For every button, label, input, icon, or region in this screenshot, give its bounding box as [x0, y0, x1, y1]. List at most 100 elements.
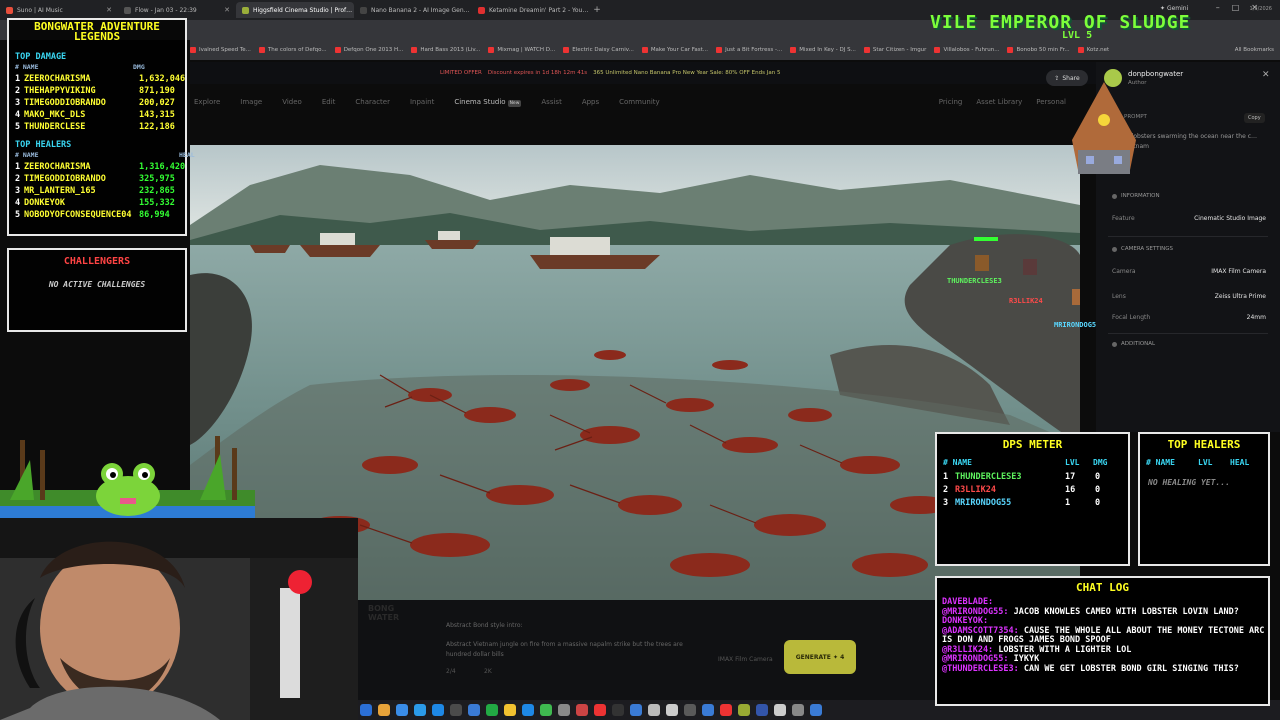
nav-item[interactable]: Cinema Studio New — [454, 98, 522, 107]
nav-item[interactable]: Community — [619, 98, 660, 106]
taskbar-app-icon[interactable] — [414, 704, 426, 716]
bookmark-item[interactable]: Mixed In Key - DJ S... — [790, 47, 856, 53]
prompt-line-2[interactable]: Abstract Vietnam jungle on fire from a m… — [446, 640, 706, 660]
browser-tab[interactable]: Flow - Jan 03 - 22:39 ✕ — [118, 2, 236, 18]
browser-tab[interactable]: Suno | AI Music ✕ — [0, 2, 118, 18]
taskbar-app-icon[interactable] — [594, 704, 606, 716]
taskbar-app-icon[interactable] — [432, 704, 444, 716]
bookmark-item[interactable]: Hard Bass 2013 (Liv... — [411, 47, 480, 53]
all-bookmarks[interactable]: All Bookmarks — [1235, 47, 1280, 53]
bookmark-item[interactable]: The colors of Defqo... — [258, 47, 327, 53]
taskbar-app-icon[interactable] — [612, 704, 624, 716]
browser-tab[interactable]: Higgsfield Cinema Studio | Prof…✕ — [236, 2, 354, 18]
taskbar-app-icon[interactable] — [810, 704, 822, 716]
nav-item[interactable]: Explore — [194, 98, 220, 106]
browser-tab[interactable]: Nano Banana 2 - AI Image Gen…✕ — [354, 2, 472, 18]
camera-settings-header[interactable]: CAMERA SETTINGS — [1112, 246, 1173, 252]
taskbar-app-icon[interactable] — [792, 704, 804, 716]
taskbar-app-icon[interactable] — [684, 704, 696, 716]
tab-favicon-icon — [478, 6, 485, 14]
bookmark-item[interactable]: Mixmag | WATCH D... — [488, 47, 555, 53]
healer-row: 2 TIMEGODDIOBRANDO 325,975 — [15, 174, 183, 184]
resolution-select[interactable]: 2K — [484, 668, 492, 675]
rank: 2 — [943, 485, 949, 495]
bookmark-item[interactable]: Bonobo 50 min Fr... — [1007, 47, 1070, 53]
author-name[interactable]: donpbongwater — [1128, 70, 1183, 78]
bookmark-item[interactable]: Make Your Car Fast... — [641, 47, 708, 53]
heal-value: 155,332 — [139, 198, 175, 208]
nav-item[interactable]: Image — [240, 98, 262, 106]
gemini-button[interactable]: ✦ Gemini — [1160, 5, 1188, 12]
nav-item[interactable]: Character — [355, 98, 390, 106]
nav-item[interactable]: Apps — [582, 98, 599, 106]
chat-username: @THUNDERCLESE3: — [942, 663, 1019, 674]
taskbar-app-icon[interactable] — [756, 704, 768, 716]
bookmark-icon — [1007, 47, 1014, 53]
taskbar-app-icon[interactable] — [396, 704, 408, 716]
bookmark-item[interactable]: Defqon One 2013 H... — [334, 47, 403, 53]
information-header[interactable]: INFORMATION — [1112, 193, 1160, 199]
legends-title: BONGWATER ADVENTURE LEGENDS — [34, 20, 160, 43]
taskbar-app-icon[interactable] — [648, 704, 660, 716]
browser-tab[interactable]: Ketamine Dreamin' Part 2 - You…✕ — [472, 2, 590, 18]
taskbar-app-icon[interactable] — [522, 704, 534, 716]
close-icon[interactable]: ✕ — [1262, 70, 1270, 80]
bookmark-item[interactable]: Star Citizen - Imgur — [863, 47, 926, 53]
taskbar-app-icon[interactable] — [720, 704, 732, 716]
nav-item[interactable]: Video — [282, 98, 302, 106]
tab-favicon-icon — [6, 6, 13, 14]
bookmark-item[interactable]: Villalobos - Fuhrun... — [934, 47, 999, 53]
new-tab-button[interactable]: + — [590, 5, 604, 15]
prompt-line-1[interactable]: Abstract Bond style intro: — [446, 622, 523, 629]
taskbar-app-icon[interactable] — [486, 704, 498, 716]
close-tab-icon[interactable]: ✕ — [106, 6, 112, 14]
nav-right-item[interactable]: Asset Library — [976, 98, 1022, 106]
taskbar-app-icon[interactable] — [774, 704, 786, 716]
player-name: TIMEGODDIOBRANDO — [24, 98, 106, 108]
nav-item[interactable]: Assist — [541, 98, 561, 106]
prompt-text: of lobsters swarming the ocean near the … — [1124, 133, 1258, 150]
nav-item[interactable]: Inpaint — [410, 98, 434, 106]
taskbar-clock: 1/3/2026 — [1249, 6, 1272, 12]
bookmark-item[interactable]: Just a Bit Fortress -... — [716, 47, 782, 53]
damage-value: 122,186 — [139, 122, 175, 132]
chat-message: @THUNDERCLESE3: CAN WE GET LOBSTER BOND … — [942, 663, 1267, 675]
lens-row: Lens Zeiss Ultra Prime — [1112, 293, 1266, 300]
taskbar-app-icon[interactable] — [666, 704, 678, 716]
taskbar-app-icon[interactable] — [540, 704, 552, 716]
boss-sprite — [1072, 82, 1136, 174]
taskbar-app-icon[interactable] — [558, 704, 570, 716]
chat-text: CAN WE GET LOBSTER BOND GIRL SINGING THI… — [1023, 663, 1239, 674]
nav-right-item[interactable]: Personal — [1036, 98, 1066, 106]
taskbar-app-icon[interactable] — [450, 704, 462, 716]
taskbar-app-icon[interactable] — [378, 704, 390, 716]
taskbar-app-icon[interactable] — [468, 704, 480, 716]
taskbar-app-icon[interactable] — [630, 704, 642, 716]
chat-username: DAVEBLADE: — [942, 597, 994, 607]
dps-meter-panel: DPS METER # NAME LVL DMG 1 THUNDERCLESE3 1… — [935, 432, 1130, 566]
bookmark-item[interactable]: Kotz.net — [1077, 47, 1109, 53]
taskbar-app-icon[interactable] — [738, 704, 750, 716]
additional-header[interactable]: ADDITIONAL — [1112, 341, 1155, 347]
bookmark-icon — [863, 47, 870, 53]
taskbar-app-icon[interactable] — [576, 704, 588, 716]
damage-row: 4 MAKO_MKC_DLS 143,315 — [15, 110, 183, 120]
taskbar-app-icon[interactable] — [360, 704, 372, 716]
nav-item[interactable]: Edit — [322, 98, 336, 106]
generate-button[interactable]: GENERATE ✦ 4 — [784, 640, 856, 674]
bookmark-item[interactable]: Electric Daisy Carniv... — [563, 47, 634, 53]
taskbar-app-icon[interactable] — [702, 704, 714, 716]
copy-button[interactable]: Copy — [1244, 113, 1265, 123]
close-tab-icon[interactable]: ✕ — [224, 6, 230, 14]
promo-banner[interactable]: LIMITED OFFER Discount expires in 1d 18h… — [190, 62, 1096, 84]
tab-title: Ketamine Dreamin' Part 2 - You… — [489, 6, 589, 14]
camera-select[interactable]: IMAX Film Camera — [718, 656, 773, 663]
nav-right-item[interactable]: Pricing — [939, 98, 963, 106]
bookmark-item[interactable]: Ivalned Speed Te... — [190, 47, 251, 53]
damage-row: 1 ZEEROCHARISMA 1,632,046 — [15, 74, 185, 84]
lens-value: Zeiss Ultra Prime — [1214, 293, 1266, 300]
taskbar-app-icon[interactable] — [504, 704, 516, 716]
batch-count[interactable]: 2/4 — [446, 668, 456, 675]
player-name: ZEEROCHARISMA — [24, 74, 91, 84]
healers-col-heal: HEAL — [179, 151, 195, 159]
